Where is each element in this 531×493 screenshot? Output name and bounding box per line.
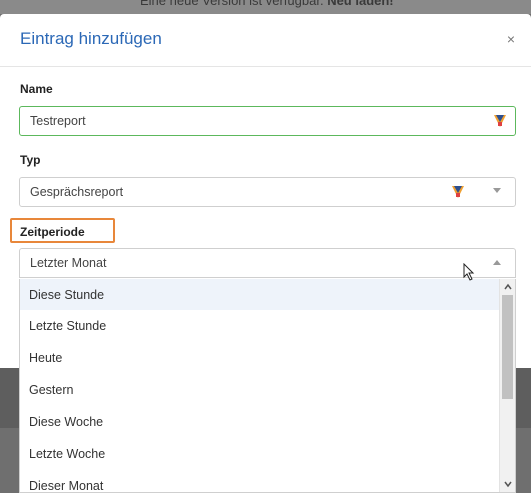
chevron-up-icon[interactable] (493, 260, 501, 265)
dropdown-option[interactable]: Letzte Woche (20, 438, 500, 469)
dropdown-option-label: Heute (29, 351, 63, 365)
dropdown-option-label: Letzte Stunde (29, 319, 107, 333)
name-label: Name (20, 82, 53, 96)
dropdown-option[interactable]: Heute (20, 342, 500, 373)
dropdown-option-label: Letzte Woche (29, 447, 106, 461)
update-banner: Eine neue Version ist verfügbar. Neu lad… (0, 0, 531, 14)
zeitperiode-select-value: Letzter Monat (30, 256, 107, 270)
scrollbar-thumb[interactable] (502, 295, 513, 399)
zeitperiode-select[interactable]: Letzter Monat (19, 248, 516, 278)
dropdown-option-label: Diese Stunde (29, 288, 105, 302)
mouse-pointer-icon (463, 263, 475, 281)
dropdown-option[interactable]: Diese Stunde (20, 279, 500, 310)
password-manager-icon[interactable] (451, 184, 465, 200)
dropdown-option[interactable]: Diese Woche (20, 406, 500, 437)
dropdown-option[interactable]: Letzte Stunde (20, 310, 500, 341)
name-input[interactable]: Testreport (19, 106, 516, 136)
dropdown-scrollbar[interactable] (499, 279, 515, 492)
screen: Eine neue Version ist verfügbar. Neu lad… (0, 0, 531, 493)
update-banner-text: Eine neue Version ist verfügbar. Neu lad… (140, 0, 394, 8)
dropdown-option-label: Gestern (29, 383, 74, 397)
zeitperiode-dropdown-list: Diese Stunde Letzte Stunde Heute Gestern… (19, 279, 516, 493)
update-banner-link[interactable]: Neu laden! (327, 0, 393, 8)
typ-label: Typ (20, 153, 41, 167)
annotation-highlight-box (10, 218, 115, 243)
dropdown-option-label: Diese Woche (29, 415, 104, 429)
modal-header: Eintrag hinzufügen × (0, 14, 531, 67)
dropdown-option[interactable]: Dieser Monat (20, 470, 500, 493)
update-banner-message: Eine neue Version ist verfügbar. (140, 0, 324, 8)
typ-select[interactable]: Gesprächsreport (19, 177, 516, 207)
password-manager-icon[interactable] (493, 113, 507, 129)
dropdown-option[interactable]: Gestern (20, 374, 500, 405)
close-button[interactable]: × (507, 31, 515, 47)
chevron-down-icon[interactable] (493, 188, 501, 193)
scroll-down-arrow-icon[interactable] (503, 479, 513, 489)
scroll-up-arrow-icon[interactable] (503, 282, 513, 292)
dropdown-option-label: Dieser Monat (29, 479, 104, 493)
name-input-value: Testreport (30, 114, 86, 128)
typ-select-value: Gesprächsreport (30, 185, 124, 199)
modal-title: Eintrag hinzufügen (20, 29, 162, 48)
